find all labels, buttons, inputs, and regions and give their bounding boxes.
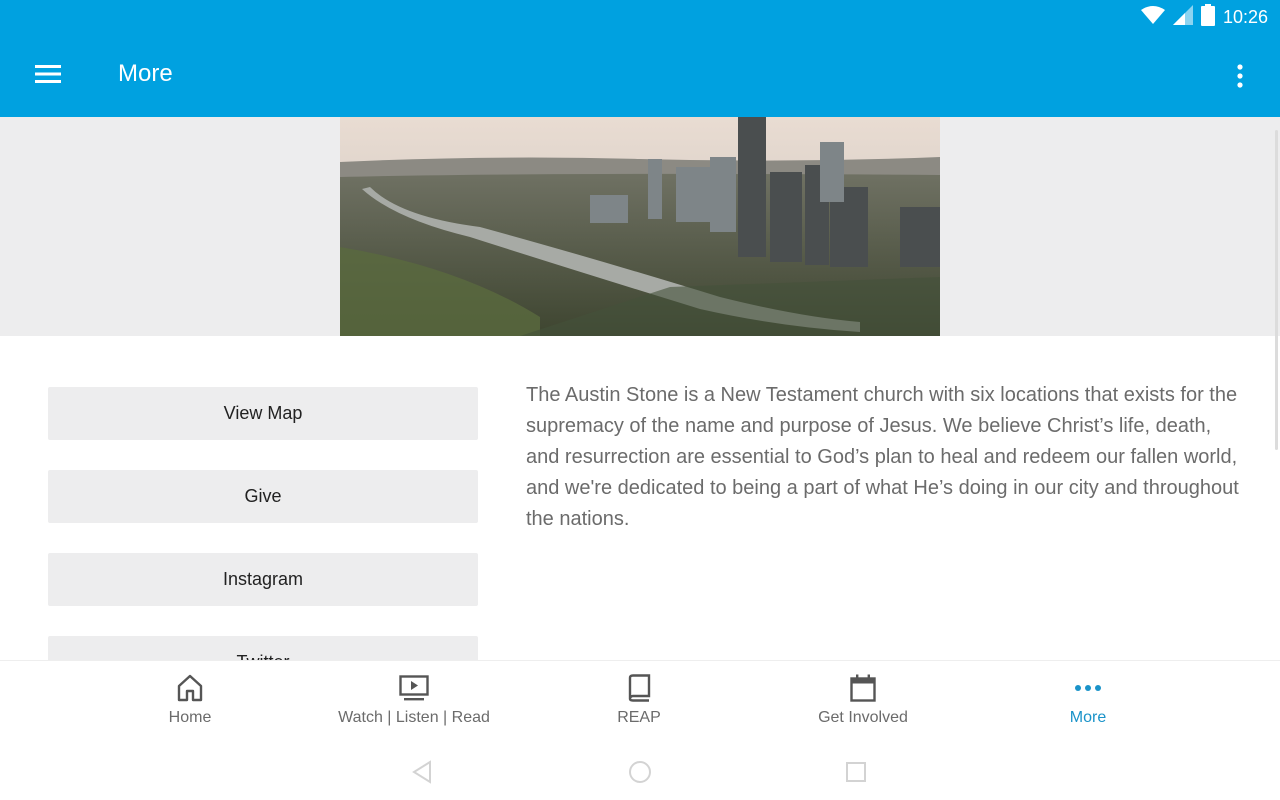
twitter-button[interactable]: Twitter (48, 636, 478, 660)
nav-label-more: More (1069, 709, 1107, 726)
scrollbar[interactable] (1275, 130, 1278, 450)
hamburger-menu-button[interactable] (28, 56, 68, 92)
city-skyline-image (340, 117, 940, 336)
overflow-menu-button[interactable] (1224, 58, 1256, 94)
about-description: The Austin Stone is a New Testament chur… (526, 384, 1239, 530)
home-icon (177, 673, 203, 703)
vertical-dots-icon (1237, 64, 1243, 88)
recents-icon[interactable] (844, 760, 868, 784)
back-icon[interactable] (410, 760, 434, 784)
nav-label-home: Home (168, 709, 212, 726)
nav-label-reap: REAP (617, 709, 661, 726)
status-time: 10:26 (1222, 6, 1268, 27)
calendar-icon (850, 673, 876, 703)
nav-get-involved[interactable]: Get Involved (763, 673, 963, 733)
more-dots-icon (1074, 673, 1102, 703)
system-navigation-bar (0, 752, 1280, 792)
wifi-icon (1140, 5, 1165, 30)
signal-icon (1172, 4, 1193, 30)
instagram-button[interactable]: Instagram (48, 553, 478, 606)
play-screen-icon (399, 673, 429, 703)
nav-reap[interactable]: REAP (539, 673, 739, 733)
nav-home[interactable]: Home (90, 673, 290, 733)
battery-icon (1200, 3, 1215, 31)
nav-label-get-involved: Get Involved (818, 709, 908, 726)
give-button[interactable]: Give (48, 470, 478, 523)
page-title: More (118, 60, 173, 87)
view-map-button[interactable]: View Map (48, 387, 478, 440)
home-circle-icon[interactable] (628, 760, 652, 784)
nav-watch-listen-read[interactable]: Watch | Listen | Read (314, 673, 514, 733)
hero-banner (0, 117, 1280, 336)
status-bar: 10:26 (1140, 3, 1268, 31)
app-bar: 10:26 More (0, 0, 1280, 117)
book-icon (627, 673, 651, 703)
nav-more[interactable]: More (988, 673, 1188, 733)
hamburger-icon (35, 65, 61, 83)
link-buttons: View Map Give Instagram Twitter (48, 387, 478, 660)
nav-label-watch-listen-read: Watch | Listen | Read (338, 709, 490, 726)
